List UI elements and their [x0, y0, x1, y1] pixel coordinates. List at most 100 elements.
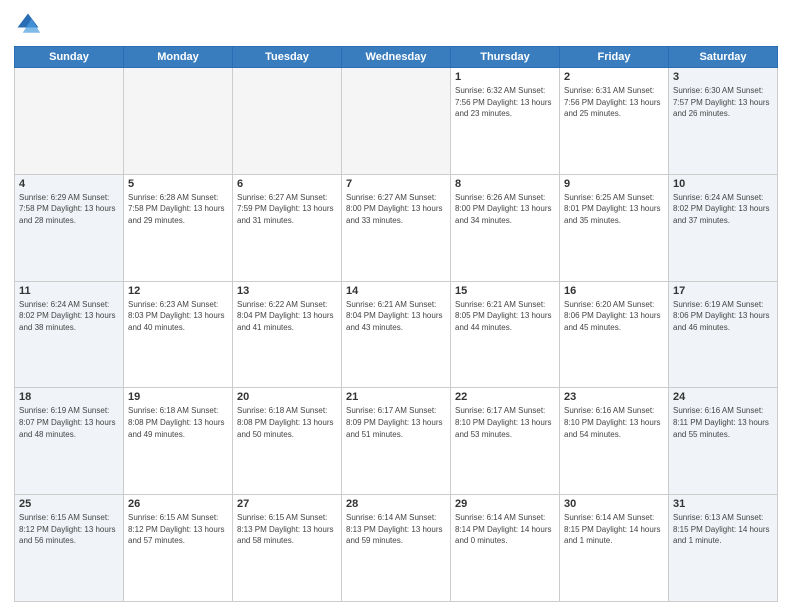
calendar-week-1: 1 Sunrise: 6:32 AM Sunset: 7:56 PM Daylig…: [15, 68, 778, 175]
day-info: Sunrise: 6:24 AM Sunset: 8:02 PM Dayligh…: [673, 192, 773, 227]
calendar-week-3: 11 Sunrise: 6:24 AM Sunset: 8:02 PM Dayli…: [15, 281, 778, 388]
calendar-cell: [15, 68, 124, 175]
day-info: Sunrise: 6:14 AM Sunset: 8:13 PM Dayligh…: [346, 512, 446, 547]
calendar-cell: 31Sunrise: 6:13 AM Sunset: 8:15 PM Dayli…: [669, 495, 778, 602]
day-info: Sunrise: 6:26 AM Sunset: 8:00 PM Dayligh…: [455, 192, 555, 227]
calendar-week-2: 4 Sunrise: 6:29 AM Sunset: 7:58 PM Daylig…: [15, 174, 778, 281]
calendar-cell: 11 Sunrise: 6:24 AM Sunset: 8:02 PM Dayli…: [15, 281, 124, 388]
day-info: Sunrise: 6:24 AM Sunset: 8:02 PM Dayligh…: [19, 299, 119, 334]
calendar-cell: 17 Sunrise: 6:19 AM Sunset: 8:06 PM Dayli…: [669, 281, 778, 388]
calendar-cell: [233, 68, 342, 175]
calendar-cell: 2 Sunrise: 6:31 AM Sunset: 7:56 PM Daylig…: [560, 68, 669, 175]
day-number: 11: [19, 285, 119, 297]
day-number: 26: [128, 498, 228, 510]
day-number: 30: [564, 498, 664, 510]
day-number: 20: [237, 391, 337, 403]
day-info: Sunrise: 6:16 AM Sunset: 8:11 PM Dayligh…: [673, 405, 773, 440]
page: SundayMondayTuesdayWednesdayThursdayFrid…: [0, 0, 792, 612]
day-info: Sunrise: 6:19 AM Sunset: 8:07 PM Dayligh…: [19, 405, 119, 440]
calendar-cell: 20Sunrise: 6:18 AM Sunset: 8:08 PM Dayli…: [233, 388, 342, 495]
day-info: Sunrise: 6:17 AM Sunset: 8:10 PM Dayligh…: [455, 405, 555, 440]
day-number: 2: [564, 71, 664, 83]
calendar-header-thursday: Thursday: [451, 47, 560, 68]
day-number: 21: [346, 391, 446, 403]
day-info: Sunrise: 6:27 AM Sunset: 7:59 PM Dayligh…: [237, 192, 337, 227]
day-info: Sunrise: 6:14 AM Sunset: 8:15 PM Dayligh…: [564, 512, 664, 547]
day-number: 10: [673, 178, 773, 190]
calendar-cell: 29 Sunrise: 6:14 AM Sunset: 8:14 PM Dayli…: [451, 495, 560, 602]
day-number: 29: [455, 498, 555, 510]
calendar-cell: 18 Sunrise: 6:19 AM Sunset: 8:07 PM Dayli…: [15, 388, 124, 495]
logo-icon: [14, 10, 42, 38]
calendar-header-sunday: Sunday: [15, 47, 124, 68]
calendar-cell: 4 Sunrise: 6:29 AM Sunset: 7:58 PM Daylig…: [15, 174, 124, 281]
logo: [14, 10, 46, 38]
calendar-cell: 9 Sunrise: 6:25 AM Sunset: 8:01 PM Daylig…: [560, 174, 669, 281]
day-number: 14: [346, 285, 446, 297]
header: [14, 10, 778, 38]
calendar-cell: 14 Sunrise: 6:21 AM Sunset: 8:04 PM Dayli…: [342, 281, 451, 388]
day-number: 19: [128, 391, 228, 403]
calendar-cell: [124, 68, 233, 175]
day-number: 15: [455, 285, 555, 297]
day-info: Sunrise: 6:18 AM Sunset: 8:08 PM Dayligh…: [128, 405, 228, 440]
calendar-cell: 8 Sunrise: 6:26 AM Sunset: 8:00 PM Daylig…: [451, 174, 560, 281]
calendar-week-4: 18 Sunrise: 6:19 AM Sunset: 8:07 PM Dayli…: [15, 388, 778, 495]
calendar-header-friday: Friday: [560, 47, 669, 68]
day-number: 8: [455, 178, 555, 190]
day-info: Sunrise: 6:29 AM Sunset: 7:58 PM Dayligh…: [19, 192, 119, 227]
day-info: Sunrise: 6:32 AM Sunset: 7:56 PM Dayligh…: [455, 85, 555, 120]
day-info: Sunrise: 6:25 AM Sunset: 8:01 PM Dayligh…: [564, 192, 664, 227]
day-info: Sunrise: 6:31 AM Sunset: 7:56 PM Dayligh…: [564, 85, 664, 120]
calendar-header-tuesday: Tuesday: [233, 47, 342, 68]
day-number: 23: [564, 391, 664, 403]
calendar-cell: 10 Sunrise: 6:24 AM Sunset: 8:02 PM Dayli…: [669, 174, 778, 281]
day-info: Sunrise: 6:14 AM Sunset: 8:14 PM Dayligh…: [455, 512, 555, 547]
day-info: Sunrise: 6:20 AM Sunset: 8:06 PM Dayligh…: [564, 299, 664, 334]
day-info: Sunrise: 6:17 AM Sunset: 8:09 PM Dayligh…: [346, 405, 446, 440]
day-number: 17: [673, 285, 773, 297]
day-info: Sunrise: 6:30 AM Sunset: 7:57 PM Dayligh…: [673, 85, 773, 120]
day-number: 1: [455, 71, 555, 83]
day-number: 4: [19, 178, 119, 190]
calendar-cell: 15 Sunrise: 6:21 AM Sunset: 8:05 PM Dayli…: [451, 281, 560, 388]
day-number: 27: [237, 498, 337, 510]
day-info: Sunrise: 6:23 AM Sunset: 8:03 PM Dayligh…: [128, 299, 228, 334]
calendar-cell: 3Sunrise: 6:30 AM Sunset: 7:57 PM Daylig…: [669, 68, 778, 175]
calendar-cell: 24 Sunrise: 6:16 AM Sunset: 8:11 PM Dayli…: [669, 388, 778, 495]
day-info: Sunrise: 6:28 AM Sunset: 7:58 PM Dayligh…: [128, 192, 228, 227]
calendar-cell: 6 Sunrise: 6:27 AM Sunset: 7:59 PM Daylig…: [233, 174, 342, 281]
day-number: 5: [128, 178, 228, 190]
day-info: Sunrise: 6:15 AM Sunset: 8:13 PM Dayligh…: [237, 512, 337, 547]
calendar-header-monday: Monday: [124, 47, 233, 68]
day-number: 18: [19, 391, 119, 403]
calendar-cell: 13Sunrise: 6:22 AM Sunset: 8:04 PM Dayli…: [233, 281, 342, 388]
calendar-week-5: 25Sunrise: 6:15 AM Sunset: 8:12 PM Dayli…: [15, 495, 778, 602]
calendar-cell: 19 Sunrise: 6:18 AM Sunset: 8:08 PM Dayli…: [124, 388, 233, 495]
calendar-table: SundayMondayTuesdayWednesdayThursdayFrid…: [14, 46, 778, 602]
day-info: Sunrise: 6:19 AM Sunset: 8:06 PM Dayligh…: [673, 299, 773, 334]
day-info: Sunrise: 6:21 AM Sunset: 8:04 PM Dayligh…: [346, 299, 446, 334]
day-number: 12: [128, 285, 228, 297]
day-number: 13: [237, 285, 337, 297]
calendar-cell: 21 Sunrise: 6:17 AM Sunset: 8:09 PM Dayli…: [342, 388, 451, 495]
day-number: 28: [346, 498, 446, 510]
day-info: Sunrise: 6:27 AM Sunset: 8:00 PM Dayligh…: [346, 192, 446, 227]
calendar-header-row: SundayMondayTuesdayWednesdayThursdayFrid…: [15, 47, 778, 68]
calendar-cell: 25Sunrise: 6:15 AM Sunset: 8:12 PM Dayli…: [15, 495, 124, 602]
day-info: Sunrise: 6:21 AM Sunset: 8:05 PM Dayligh…: [455, 299, 555, 334]
day-number: 6: [237, 178, 337, 190]
calendar-cell: 12 Sunrise: 6:23 AM Sunset: 8:03 PM Dayli…: [124, 281, 233, 388]
day-info: Sunrise: 6:16 AM Sunset: 8:10 PM Dayligh…: [564, 405, 664, 440]
calendar-cell: 26Sunrise: 6:15 AM Sunset: 8:12 PM Dayli…: [124, 495, 233, 602]
day-number: 7: [346, 178, 446, 190]
day-number: 16: [564, 285, 664, 297]
calendar-cell: 1 Sunrise: 6:32 AM Sunset: 7:56 PM Daylig…: [451, 68, 560, 175]
calendar-cell: 28 Sunrise: 6:14 AM Sunset: 8:13 PM Dayli…: [342, 495, 451, 602]
calendar-cell: 30 Sunrise: 6:14 AM Sunset: 8:15 PM Dayli…: [560, 495, 669, 602]
day-number: 24: [673, 391, 773, 403]
day-number: 31: [673, 498, 773, 510]
calendar-cell: 7 Sunrise: 6:27 AM Sunset: 8:00 PM Daylig…: [342, 174, 451, 281]
day-number: 9: [564, 178, 664, 190]
day-number: 25: [19, 498, 119, 510]
